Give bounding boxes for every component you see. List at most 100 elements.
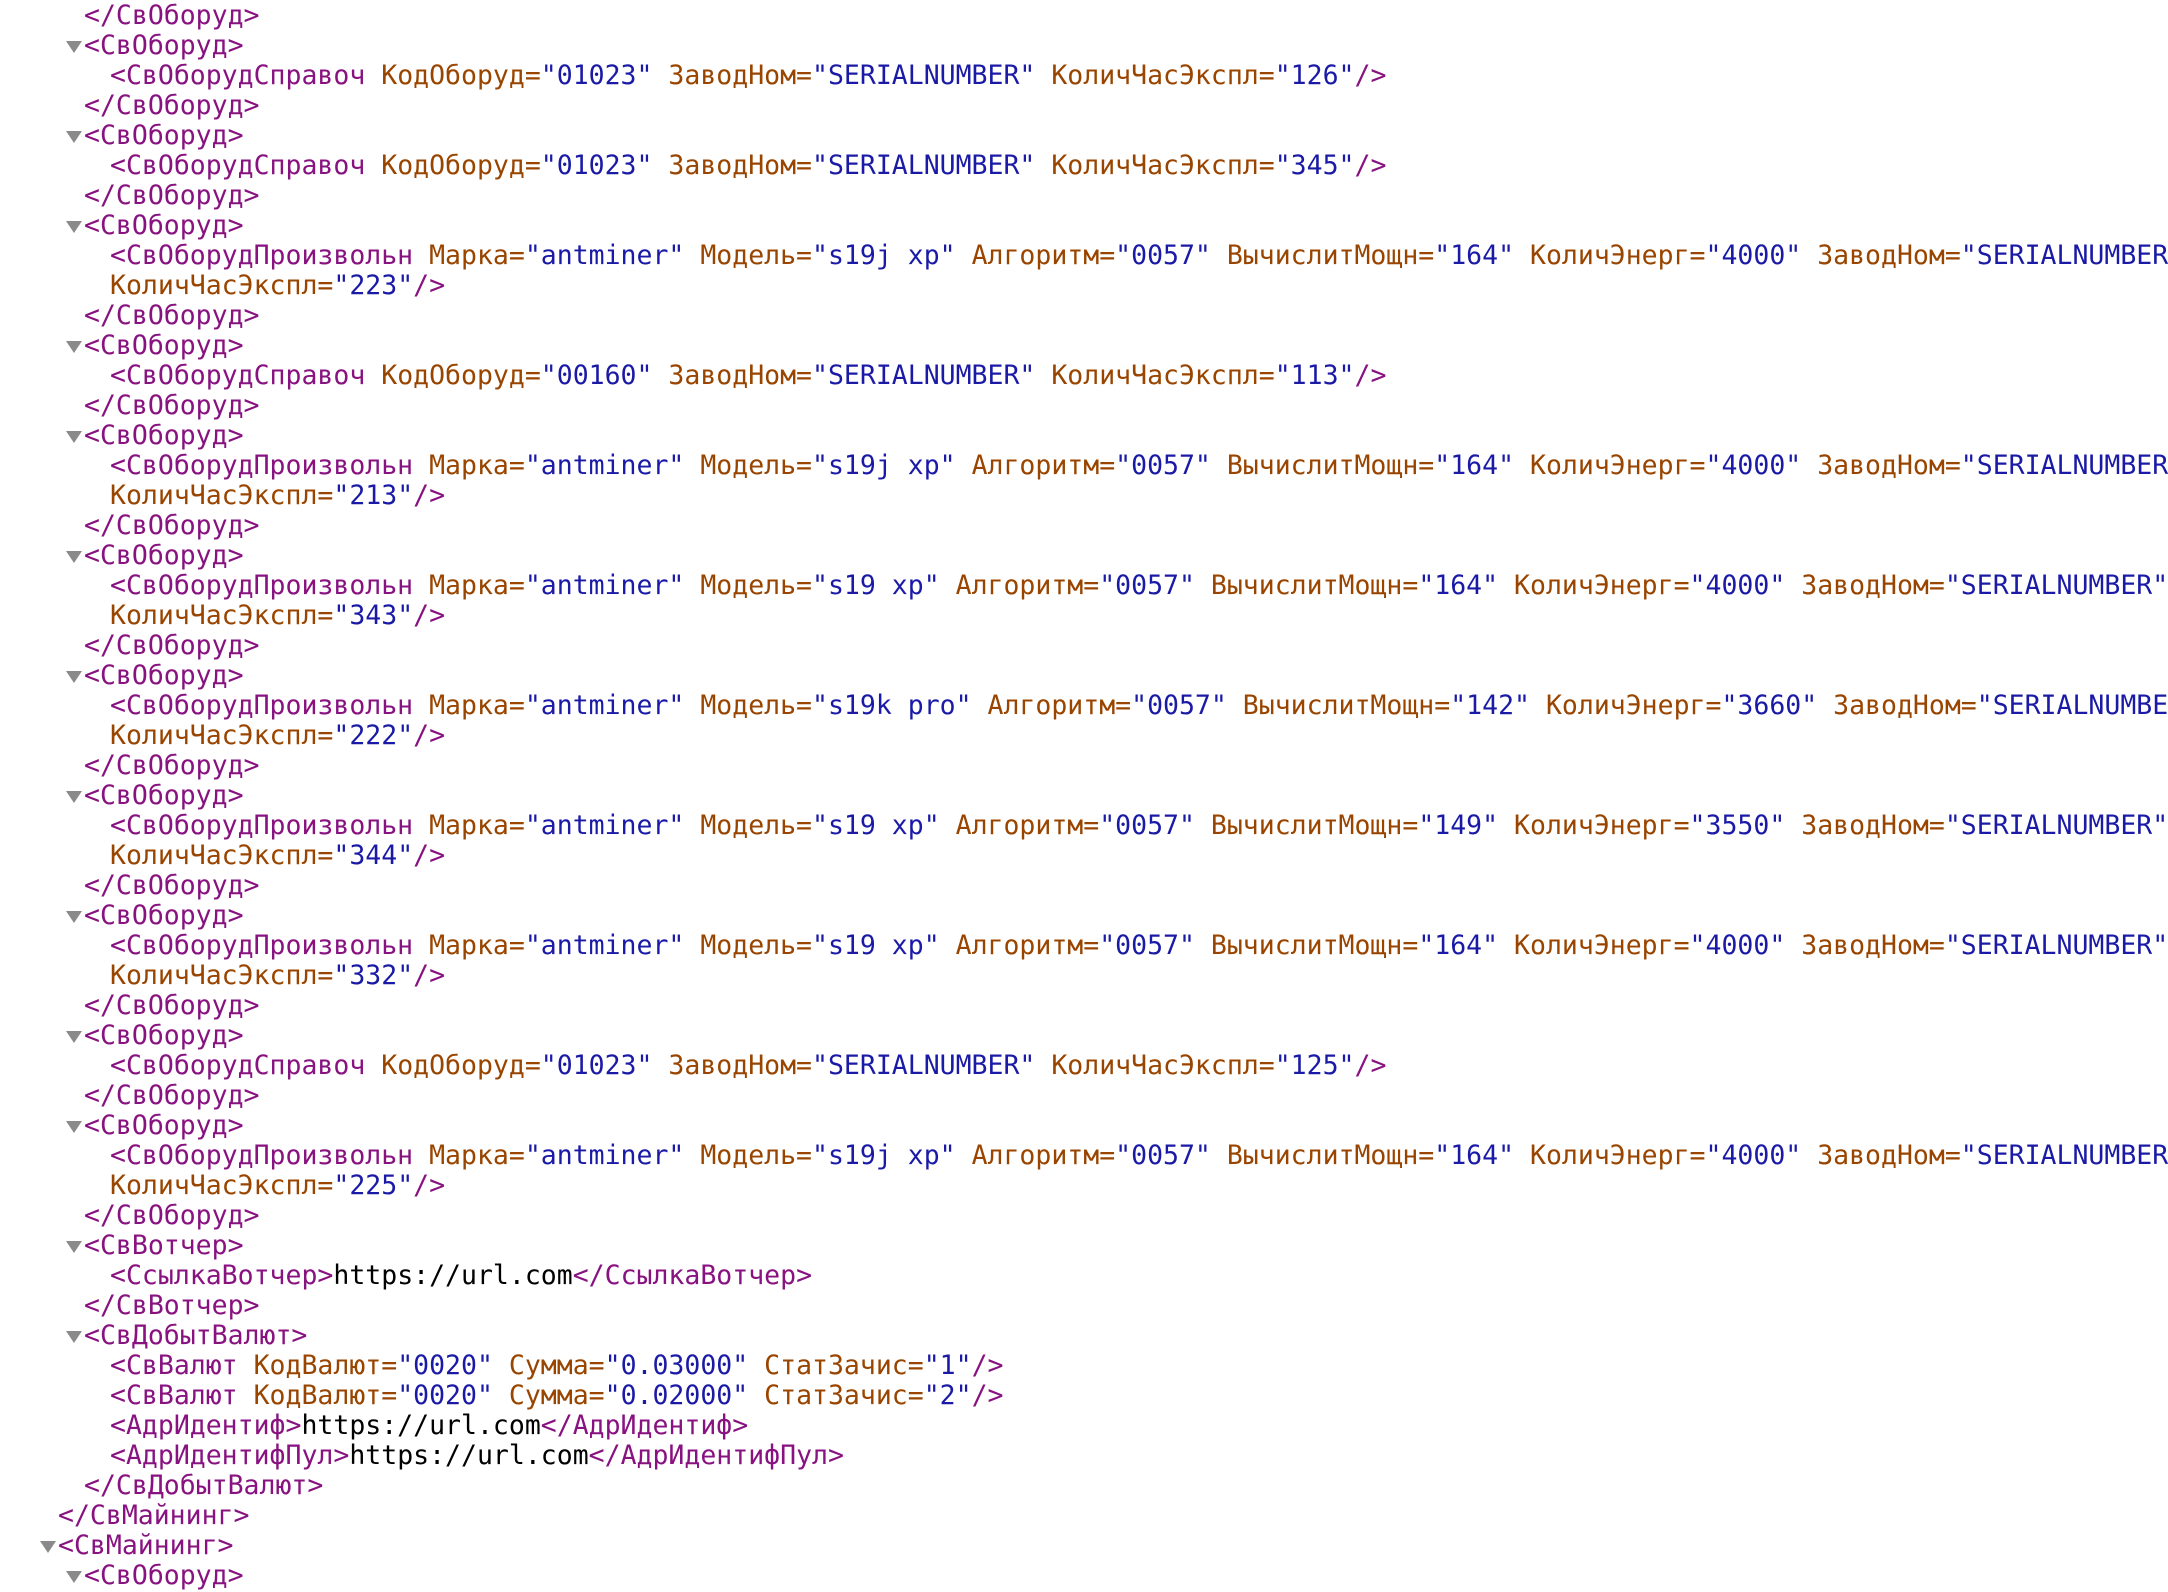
- xml-attribute-value: "142": [1450, 690, 1530, 721]
- xml-tag: <СвОборудПроизвольн: [110, 570, 430, 601]
- xml-attribute-value: "4000": [1705, 240, 1802, 271]
- disclosure-triangle-icon[interactable]: [64, 121, 84, 151]
- disclosure-triangle-icon[interactable]: [64, 1111, 84, 1141]
- xml-attribute-value: "0057": [1131, 690, 1227, 721]
- xml-attribute-value: "213": [333, 480, 414, 511]
- xml-tag: <СвОборуд>: [84, 420, 244, 451]
- xml-line-content: <СвОборуд>: [84, 1111, 244, 1141]
- xml-line-content: <СвОборуд>: [84, 211, 244, 241]
- xml-attribute-name: СтатЗачис=: [748, 1380, 924, 1411]
- xml-attribute-value: "antminer": [524, 570, 685, 601]
- xml-attribute-value: "164": [1434, 450, 1515, 481]
- disclosure-triangle-icon[interactable]: [64, 211, 84, 241]
- xml-attribute-value: "SERIALNUMBER": [812, 1050, 1036, 1081]
- xml-attribute-value: "4000": [1705, 450, 1802, 481]
- xml-attribute-value: "164": [1434, 1140, 1515, 1171]
- xml-line-content: </СвОборуд>: [84, 1081, 260, 1111]
- xml-attribute-value: "01023": [540, 150, 653, 181]
- xml-line-content: <СвОборуд>: [84, 1561, 244, 1591]
- xml-line-content: <СвОборудПроизвольн Марка="antminer" Мод…: [110, 1141, 2168, 1171]
- xml-attribute-name: Модель=: [684, 1140, 813, 1171]
- xml-attribute-value: "s19 xp": [812, 810, 940, 841]
- xml-tag: </СвОборуд>: [84, 750, 260, 781]
- xml-line-content: </СвОборуд>: [84, 391, 260, 421]
- xml-attribute-name: ВычислитМощн=: [1210, 240, 1435, 271]
- xml-attribute-name: ЗаводНом=: [1801, 1140, 1961, 1171]
- disclosure-triangle-icon[interactable]: [64, 781, 84, 811]
- xml-line-content: <СвОборуд>: [84, 331, 244, 361]
- xml-attribute-name: КоличЭнерг=: [1514, 450, 1706, 481]
- xml-attribute-name: Марка=: [429, 450, 525, 481]
- disclosure-triangle-icon[interactable]: [64, 1561, 84, 1591]
- xml-tag: <СвОборуд>: [84, 1110, 244, 1141]
- xml-attribute-value: "antminer": [524, 450, 685, 481]
- xml-attribute-name: КоличЭнерг=: [1514, 1140, 1706, 1171]
- xml-attribute-name: ЗаводНом=: [652, 60, 813, 91]
- disclosure-triangle-icon[interactable]: [64, 421, 84, 451]
- xml-attribute-value: "0057": [1115, 1140, 1211, 1171]
- xml-attribute-name: Алгоритм=: [939, 570, 1100, 601]
- xml-tag: />: [413, 1170, 446, 1201]
- xml-tag: />: [413, 600, 446, 631]
- xml-line-content: <СсылкаВотчер>https://url.com</СсылкаВот…: [110, 1261, 812, 1291]
- xml-attribute-name: Алгоритм=: [971, 690, 1132, 721]
- xml-attribute-value: "0057": [1115, 240, 1211, 271]
- xml-tag: <СвОборуд>: [84, 660, 244, 691]
- xml-tag: />: [413, 840, 446, 871]
- xml-attribute-value: "222": [333, 720, 414, 751]
- disclosure-triangle-icon[interactable]: [64, 1021, 84, 1051]
- xml-tag: <СвОборуд>: [84, 900, 244, 931]
- xml-line-content: КоличЧасЭкспл="223"/>: [110, 271, 445, 301]
- xml-attribute-value: "3660": [1721, 690, 1818, 721]
- xml-attribute-name: КодОборуд=: [381, 60, 541, 91]
- xml-attribute-value: "126": [1274, 60, 1355, 91]
- xml-tag: <СвОборудПроизвольн: [110, 690, 430, 721]
- disclosure-triangle-icon[interactable]: [64, 541, 84, 571]
- xml-tag: </СвОборуд>: [84, 0, 260, 31]
- xml-tag: <СвОборудСправоч: [110, 1050, 382, 1081]
- disclosure-triangle-icon[interactable]: [38, 1531, 58, 1561]
- xml-line-content: <СвОборуд>: [84, 901, 244, 931]
- xml-attribute-value: "223": [333, 270, 414, 301]
- disclosure-triangle-icon[interactable]: [64, 661, 84, 691]
- xml-attribute-value: "343": [333, 600, 414, 631]
- xml-tag: <СсылкаВотчер>: [110, 1260, 334, 1291]
- xml-tag: />: [413, 720, 446, 751]
- xml-text-node: https://url.com: [349, 1440, 589, 1471]
- xml-tag: />: [1354, 150, 1387, 181]
- disclosure-triangle-icon[interactable]: [64, 31, 84, 61]
- xml-attribute-value: "SERIALNUMBER": [1944, 930, 2168, 961]
- disclosure-triangle-icon[interactable]: [64, 1231, 84, 1261]
- xml-attribute-value: "antminer": [524, 930, 685, 961]
- xml-attribute-name: КоличЧасЭкспл=: [110, 1170, 334, 1201]
- xml-attribute-name: Алгоритм=: [939, 810, 1100, 841]
- xml-attribute-value: "SERIALNUMBER": [1944, 570, 2168, 601]
- disclosure-triangle-icon[interactable]: [64, 901, 84, 931]
- xml-tag: <СвОборуд>: [84, 540, 244, 571]
- xml-tag: <СвМайнинг>: [58, 1530, 234, 1561]
- xml-line-content: <АдрИдентифПул>https://url.com</АдрИдент…: [110, 1441, 844, 1471]
- xml-attribute-name: ВычислитМощн=: [1194, 810, 1419, 841]
- xml-line-content: <СвОборудСправоч КодОборуд="01023" Завод…: [110, 151, 1386, 181]
- xml-tag: <СвОборудСправоч: [110, 360, 382, 391]
- xml-attribute-name: Модель=: [684, 690, 813, 721]
- disclosure-triangle-icon[interactable]: [64, 331, 84, 361]
- xml-attribute-value: "225": [333, 1170, 414, 1201]
- xml-line-content: <СвОборуд>: [84, 31, 244, 61]
- xml-attribute-name: Марка=: [429, 1140, 525, 1171]
- xml-attribute-name: ЗаводНом=: [1785, 570, 1945, 601]
- xml-line-content: <СвОборуд>: [84, 541, 244, 571]
- xml-attribute-value: "4000": [1705, 1140, 1802, 1171]
- xml-attribute-name: ЗаводНом=: [1801, 450, 1961, 481]
- xml-attribute-name: КоличЧасЭкспл=: [110, 480, 334, 511]
- xml-line-content: <СвОборудСправоч КодОборуд="00160" Завод…: [110, 361, 1386, 391]
- xml-attribute-name: КоличЧасЭкспл=: [1035, 60, 1275, 91]
- xml-attribute-name: КоличЧасЭкспл=: [110, 720, 334, 751]
- xml-tag: />: [971, 1380, 1004, 1411]
- xml-tag: <СвОборудСправоч: [110, 60, 382, 91]
- disclosure-triangle-icon[interactable]: [64, 1321, 84, 1351]
- xml-attribute-name: СтатЗачис=: [748, 1350, 924, 1381]
- xml-tag: />: [1354, 60, 1387, 91]
- xml-line-content: <СвОборудПроизвольн Марка="antminer" Мод…: [110, 691, 2168, 721]
- xml-attribute-name: ЗаводНом=: [652, 150, 813, 181]
